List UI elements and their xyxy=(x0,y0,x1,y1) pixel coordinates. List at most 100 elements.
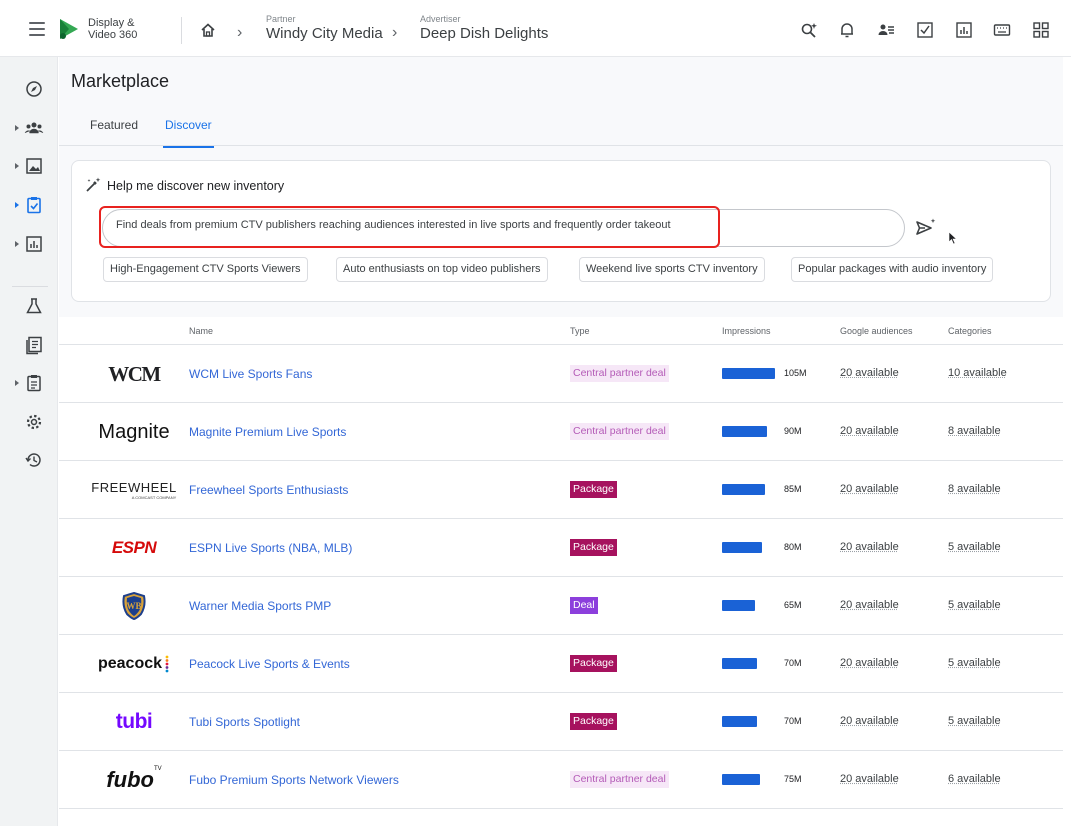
google-audiences-link[interactable]: 20 available xyxy=(840,773,899,785)
main-content: Marketplace Featured Discover Help me di… xyxy=(59,57,1063,826)
google-audiences-link[interactable]: 20 available xyxy=(840,483,899,495)
column-header-google-audiences[interactable]: Google audiences xyxy=(840,326,913,336)
deal-name-link[interactable]: Tubi Sports Spotlight xyxy=(189,715,300,729)
column-header-impressions[interactable]: Impressions xyxy=(722,326,771,336)
breadcrumb-partner[interactable]: Partner Windy City Media xyxy=(266,14,383,43)
suggestion-chip[interactable]: Weekend live sports CTV inventory xyxy=(579,257,765,282)
gear-icon[interactable] xyxy=(24,412,44,432)
peacock-logo: peacock xyxy=(97,655,163,672)
table-row[interactable]: fubo TV Fubo Premium Sports Network View… xyxy=(59,751,1063,809)
publisher-logo: WB xyxy=(74,577,194,635)
menu-icon[interactable] xyxy=(29,22,45,36)
tab-featured[interactable]: Featured xyxy=(90,118,138,148)
experiments-flask-icon[interactable] xyxy=(24,296,44,316)
history-icon[interactable] xyxy=(24,450,44,470)
table-row[interactable]: ESPN ESPN Live Sports (NBA, MLB) Package… xyxy=(59,519,1063,577)
deal-name-link[interactable]: WCM Live Sports Fans xyxy=(189,367,312,381)
deal-name-link[interactable]: Warner Media Sports PMP xyxy=(189,599,331,613)
categories-link[interactable]: 8 available xyxy=(948,425,1001,437)
impressions-value: 80M xyxy=(784,542,802,552)
deal-name-link[interactable]: Magnite Premium Live Sports xyxy=(189,425,346,439)
tabs-divider xyxy=(59,145,1063,146)
expand-caret-icon[interactable] xyxy=(15,163,19,169)
report-icon[interactable] xyxy=(955,21,973,39)
categories-link[interactable]: 5 available xyxy=(948,541,1001,553)
home-icon[interactable] xyxy=(200,22,216,38)
deal-name-link[interactable]: Freewheel Sports Enthusiasts xyxy=(189,483,348,497)
discover-query-box[interactable] xyxy=(102,209,905,247)
expand-caret-icon[interactable] xyxy=(15,380,19,386)
breadcrumb-partner-value: Windy City Media xyxy=(266,25,383,42)
google-audiences-link[interactable]: 20 available xyxy=(840,657,899,669)
breadcrumb-advertiser-value: Deep Dish Delights xyxy=(420,25,549,42)
type-badge: Package xyxy=(570,481,617,498)
publisher-logo: fubo TV xyxy=(74,751,194,809)
google-audiences-link[interactable]: 20 available xyxy=(840,367,899,379)
google-audiences-link[interactable]: 20 available xyxy=(840,599,899,611)
type-badge: Package xyxy=(570,539,617,556)
categories-link[interactable]: 10 available xyxy=(948,367,1007,379)
magnite-logo: Magnite xyxy=(98,420,170,443)
deal-name-link[interactable]: ESPN Live Sports (NBA, MLB) xyxy=(189,541,352,555)
expand-caret-icon[interactable] xyxy=(15,125,19,131)
inventory-table: Name Type Impressions Google audiences C… xyxy=(59,317,1063,826)
type-badge: Package xyxy=(570,713,617,730)
suggestion-chip[interactable]: Popular packages with audio inventory xyxy=(791,257,994,282)
tab-discover[interactable]: Discover xyxy=(163,118,214,148)
categories-link[interactable]: 5 available xyxy=(948,599,1001,611)
expand-caret-icon[interactable] xyxy=(15,241,19,247)
wb-logo-text: WB xyxy=(126,601,141,611)
table-row[interactable]: WB Warner Media Sports PMP Deal 65M 20 a… xyxy=(59,577,1063,635)
deal-name-link[interactable]: Fubo Premium Sports Network Viewers xyxy=(189,773,399,787)
suggestion-chip[interactable]: Auto enthusiasts on top video publishers xyxy=(336,257,548,282)
table-row[interactable]: tubi Tubi Sports Spotlight Package 70M 2… xyxy=(59,693,1063,751)
bell-icon[interactable] xyxy=(838,21,856,39)
google-audiences-link[interactable]: 20 available xyxy=(840,425,899,437)
keyboard-icon[interactable] xyxy=(993,21,1011,39)
table-row[interactable]: peacock Peacock Live Sports & Events Pac… xyxy=(59,635,1063,693)
google-audiences-link[interactable]: 20 available xyxy=(840,541,899,553)
checklist-icon[interactable] xyxy=(916,21,934,39)
impressions-value: 85M xyxy=(784,484,802,494)
wcm-logo: WCM xyxy=(108,361,161,386)
categories-link[interactable]: 5 available xyxy=(948,715,1001,727)
resources-icon[interactable] xyxy=(24,335,44,355)
inventory-icon[interactable] xyxy=(24,195,44,215)
categories-link[interactable]: 6 available xyxy=(948,773,1001,785)
table-row[interactable]: Magnite Magnite Premium Live Sports Cent… xyxy=(59,403,1063,461)
impressions-value: 70M xyxy=(784,716,802,726)
people-list-icon[interactable] xyxy=(877,21,895,39)
apps-grid-icon[interactable] xyxy=(1032,21,1050,39)
discover-query-input[interactable] xyxy=(116,219,716,231)
creatives-icon[interactable] xyxy=(24,156,44,176)
divider xyxy=(181,17,182,44)
table-row[interactable]: WCM WCM Live Sports Fans Central partner… xyxy=(59,345,1063,403)
impressions-bar xyxy=(722,426,767,437)
freewheel-logo: FREEWHEEL xyxy=(91,480,177,495)
column-header-name[interactable]: Name xyxy=(189,326,213,336)
categories-link[interactable]: 8 available xyxy=(948,483,1001,495)
column-header-categories[interactable]: Categories xyxy=(948,326,992,336)
type-badge: Central partner deal xyxy=(570,423,669,440)
google-audiences-link[interactable]: 20 available xyxy=(840,715,899,727)
send-sparkle-icon[interactable] xyxy=(915,217,937,239)
audiences-icon[interactable] xyxy=(24,118,44,138)
categories-link[interactable]: 5 available xyxy=(948,657,1001,669)
page-title: Marketplace xyxy=(71,71,170,91)
expand-caret-icon[interactable] xyxy=(15,202,19,208)
clipboard-list-icon[interactable] xyxy=(24,373,44,393)
suggestion-chip[interactable]: High-Engagement CTV Sports Viewers xyxy=(103,257,308,282)
discover-card: Help me discover new inventory High-Enga… xyxy=(71,160,1051,302)
table-row[interactable]: FREEWHEEL A COMCAST COMPANY Freewheel Sp… xyxy=(59,461,1063,519)
breadcrumb-partner-label: Partner xyxy=(266,14,296,24)
tubi-logo: tubi xyxy=(115,710,153,733)
impressions-bar xyxy=(722,716,757,727)
column-header-type[interactable]: Type xyxy=(570,326,590,336)
app-name-line2: Video 360 xyxy=(88,29,138,41)
reports-icon[interactable] xyxy=(24,234,44,254)
compass-icon[interactable] xyxy=(24,79,44,99)
warner-bros-shield-logo: WB xyxy=(122,592,146,620)
breadcrumb-advertiser[interactable]: Advertiser Deep Dish Delights xyxy=(420,14,548,43)
deal-name-link[interactable]: Peacock Live Sports & Events xyxy=(189,657,350,671)
search-sparkle-icon[interactable] xyxy=(800,21,818,39)
